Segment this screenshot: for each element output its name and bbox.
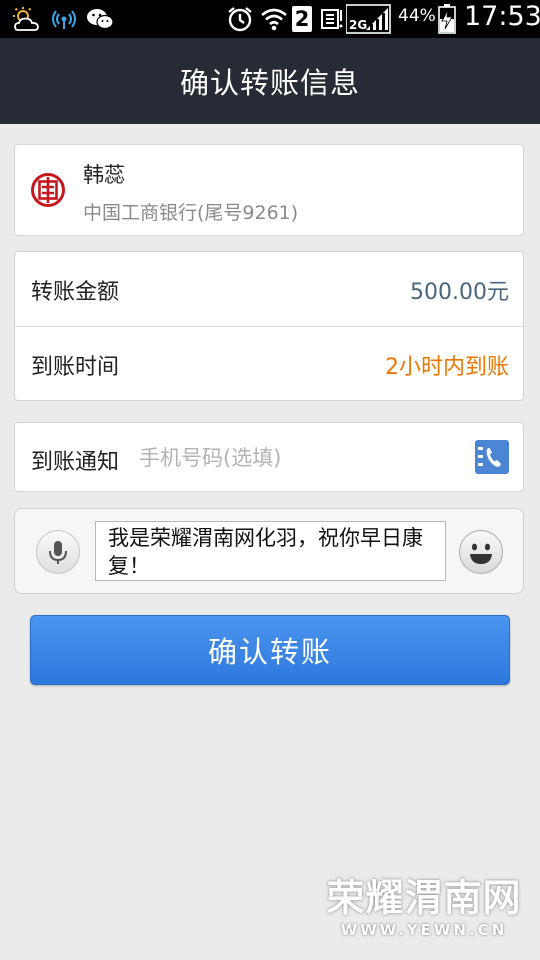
message-input[interactable]: 我是荣耀渭南网化羽，祝你早日康复！: [95, 521, 446, 581]
amount-row: 转账金额 500.00元: [15, 252, 523, 326]
arrival-time-label: 到账时间: [31, 355, 120, 380]
contact-book-icon[interactable]: [475, 440, 509, 474]
battery-icon: [438, 4, 456, 34]
watermark-logo: 荣耀渭南网 WWW.YEWN.CN: [324, 876, 524, 946]
wechat-icon: [86, 4, 114, 34]
battery-percent: 44%: [398, 6, 436, 26]
notify-card: 到账通知: [14, 422, 524, 492]
wifi-icon: [260, 4, 288, 34]
signal-2g-icon: 2G: [346, 4, 392, 34]
data-icon: [320, 4, 344, 34]
page-title: 确认转账信息: [179, 66, 360, 100]
payee-card: 韩蕊 中国工商银行(尾号9261): [14, 144, 524, 236]
clock: 17:53: [464, 1, 540, 32]
watermark-title: 荣耀渭南网: [326, 876, 522, 920]
smiley-icon[interactable]: [458, 529, 504, 575]
status-bar: 2 2G 44% 17:53: [0, 0, 540, 38]
weather-icon: [12, 4, 42, 34]
confirm-transfer-button[interactable]: 确认转账: [30, 615, 510, 685]
icbc-logo-icon: [31, 173, 65, 207]
payee-bank-info: 中国工商银行(尾号9261): [83, 202, 299, 224]
watermark-url: WWW.YEWN.CN: [340, 921, 508, 939]
arrival-time-value[interactable]: 2小时内到账: [385, 349, 509, 381]
phone-number-input[interactable]: [137, 435, 471, 481]
amount-label: 转账金额: [31, 280, 120, 305]
message-bar: 我是荣耀渭南网化羽，祝你早日康复！: [14, 508, 524, 594]
payee-name: 韩蕊: [83, 163, 125, 187]
alarm-icon: [226, 4, 254, 34]
amount-value: 500.00元: [410, 280, 509, 305]
sim-2-icon: 2: [292, 4, 312, 34]
header-bar: 确认转账信息: [0, 38, 540, 124]
transfer-details-card: 转账金额 500.00元 到账时间 2小时内到账: [14, 251, 524, 401]
arrival-time-row[interactable]: 到账时间 2小时内到账: [15, 327, 523, 401]
wifi-signal-icon: [52, 4, 76, 34]
notify-label: 到账通知: [31, 450, 120, 475]
microphone-icon[interactable]: [36, 530, 80, 574]
confirm-transfer-label: 确认转账: [207, 635, 332, 669]
